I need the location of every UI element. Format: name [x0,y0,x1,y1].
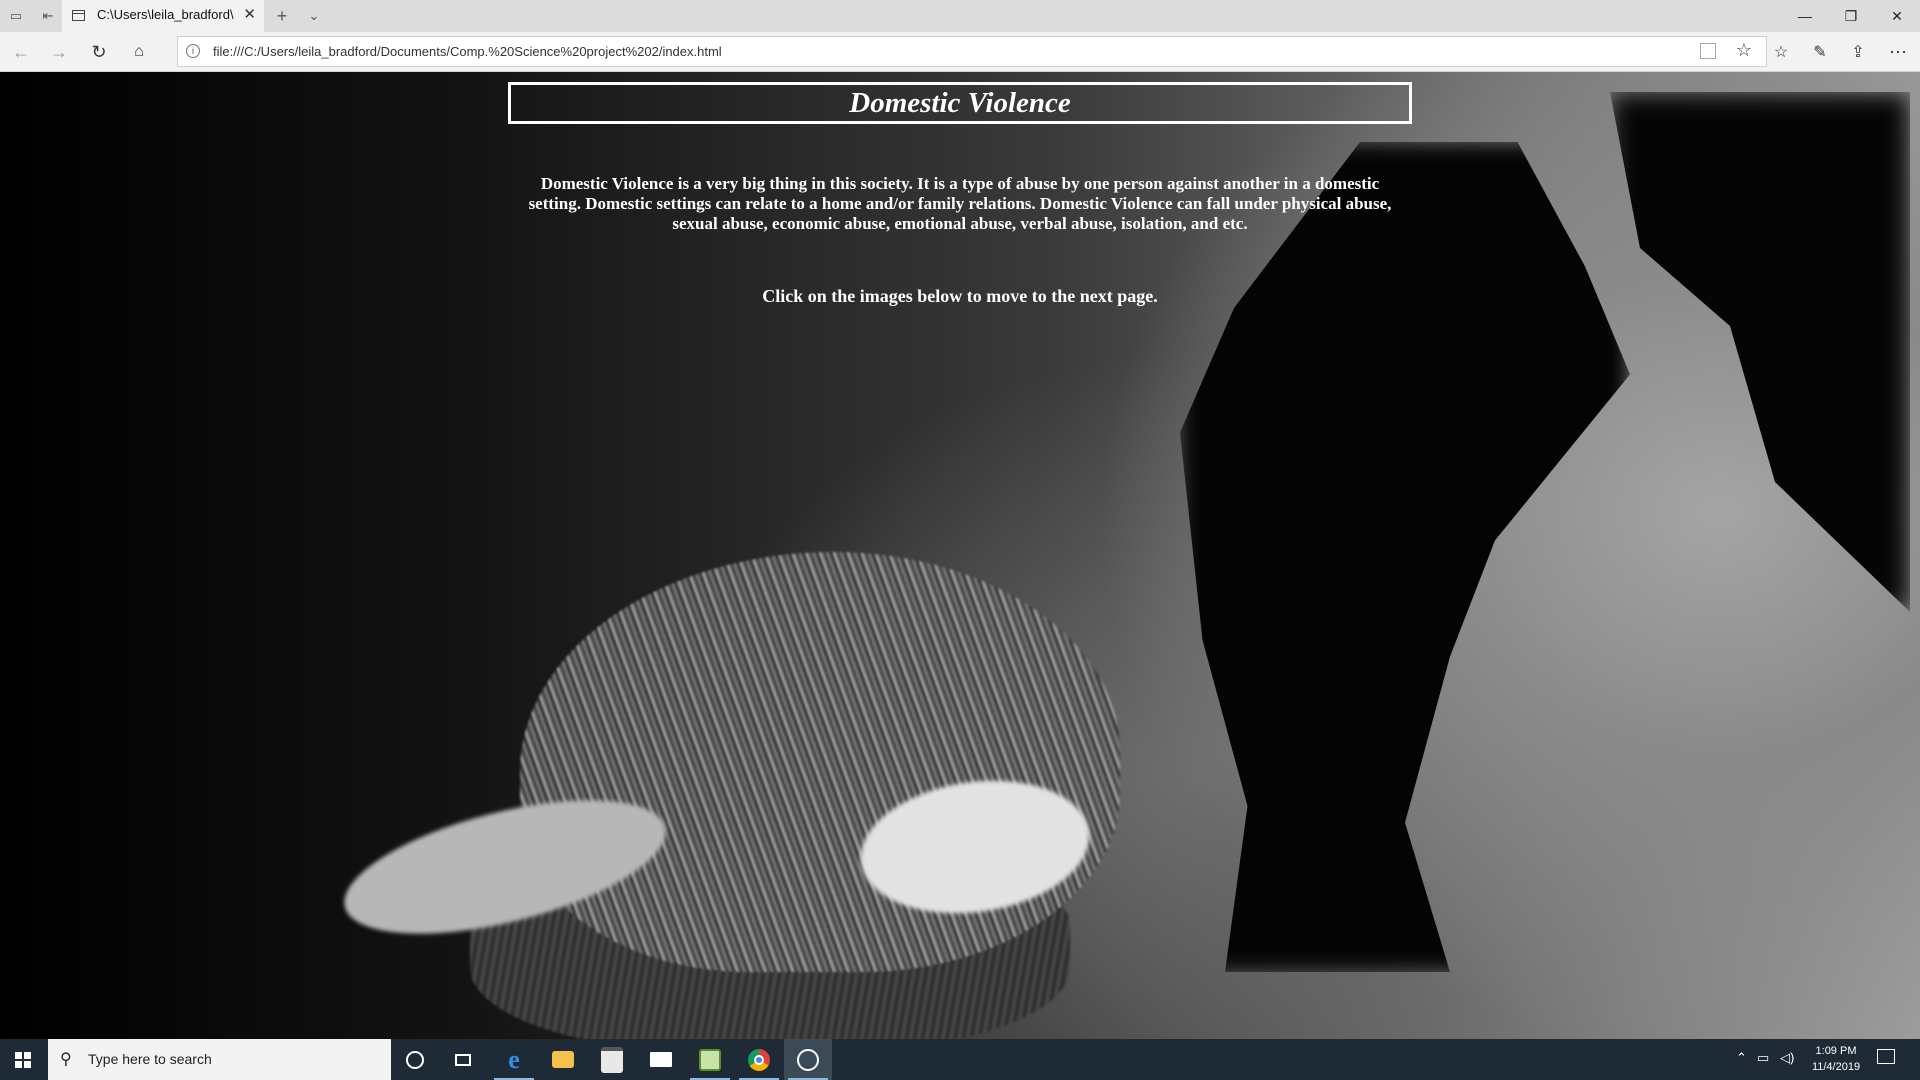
pen-icon[interactable]: ✎ [1805,38,1835,66]
task-view-icon[interactable] [439,1039,487,1080]
xbox-icon[interactable] [784,1039,832,1080]
share-icon[interactable]: ⇪ [1843,38,1873,66]
forward-icon[interactable]: → [44,38,74,66]
notepad-icon[interactable] [686,1039,734,1080]
network-icon[interactable]: ▭ [1757,1050,1769,1066]
web-page: Domestic Violence Domestic Violence is a… [0,72,1920,1039]
address-bar[interactable]: i file:///C:/Users/leila_bradford/Docume… [177,36,1767,67]
tab-preview-chevron-icon[interactable]: ⌄ [302,4,326,28]
search-box[interactable]: ⚲ Type here to search [48,1039,391,1080]
page-icon [72,10,85,21]
url-text: file:///C:/Users/leila_bradford/Document… [213,44,722,59]
refresh-icon[interactable]: ↻ [84,38,114,66]
notification-icon[interactable] [1877,1049,1895,1064]
favorite-star-icon[interactable]: ☆ [1736,40,1752,61]
restore-icon[interactable]: ❐ [1828,0,1874,32]
intro-paragraph: Domestic Violence is a very big thing in… [528,174,1392,233]
minimize-icon[interactable]: — [1782,0,1828,32]
shadow-arm [1610,92,1910,612]
back-icon[interactable]: ← [6,38,36,66]
edge-icon[interactable]: e [490,1039,538,1080]
time: 1:09 PM [1815,1045,1857,1057]
more-icon[interactable]: ⋯ [1883,38,1913,66]
search-placeholder: Type here to search [88,1051,212,1067]
store-icon[interactable] [588,1039,636,1080]
chrome-icon[interactable] [735,1039,783,1080]
tab-bar: ▭ ⇤ C:\Users\leila_bradford\ ✕ + ⌄ — ❐ ✕ [0,0,1920,32]
favorites-icon[interactable]: ☆ [1766,38,1796,66]
clock[interactable]: 1:09 PM 11/4/2019 [1806,1043,1866,1075]
hair [520,552,1120,972]
page-title: Domestic Violence [508,82,1412,124]
file-explorer-icon[interactable] [539,1039,587,1080]
shadow-figure [1180,142,1630,972]
taskbar: ⚲ Type here to search e ⌃ ▭ ◁) 1:09 PM 1… [0,1039,1920,1080]
tabs-aside-icon[interactable]: ▭ [4,4,28,28]
home-icon[interactable]: ⌂ [124,38,154,66]
tab-close-icon[interactable]: ✕ [243,5,256,23]
date: 11/4/2019 [1811,1061,1861,1073]
mail-icon[interactable] [637,1039,685,1080]
close-window-icon[interactable]: ✕ [1874,0,1920,32]
info-icon[interactable]: i [186,44,200,58]
navigation-bar: ← → ↻ ⌂ i file:///C:/Users/leila_bradfor… [0,32,1920,72]
search-icon: ⚲ [60,1051,72,1068]
tab-title: C:\Users\leila_bradford\ [97,7,234,22]
windows-icon [15,1051,31,1068]
show-hidden-icons-icon[interactable]: ⌃ [1736,1050,1747,1066]
volume-icon[interactable]: ◁) [1780,1050,1794,1066]
new-tab-icon[interactable]: + [270,4,294,28]
browser-tab[interactable]: C:\Users\leila_bradford\ ✕ [62,0,264,32]
cortana-icon[interactable] [391,1039,439,1080]
start-button[interactable] [0,1039,46,1080]
reading-view-icon[interactable] [1700,43,1716,59]
set-tabs-aside-icon[interactable]: ⇤ [36,4,60,28]
instruction-text: Click on the images below to move to the… [762,286,1158,306]
